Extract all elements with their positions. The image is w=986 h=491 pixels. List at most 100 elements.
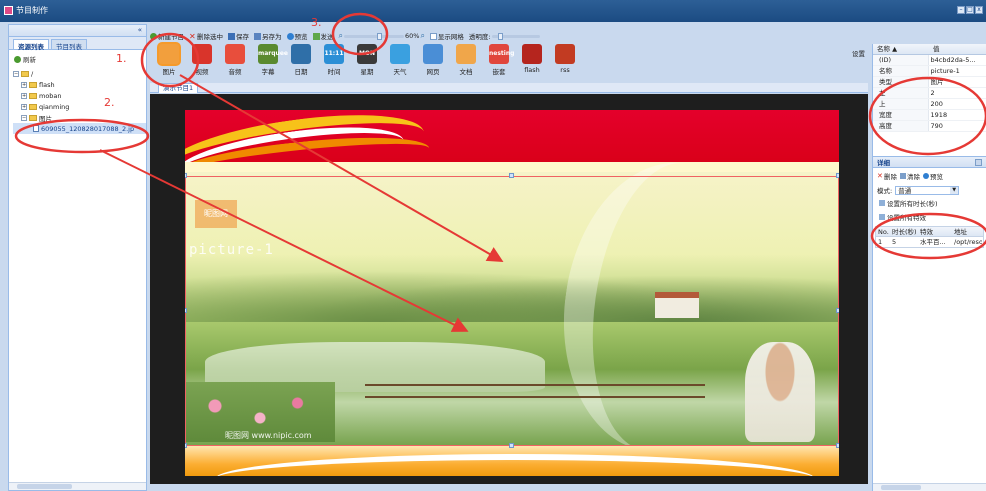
zoom-out-icon[interactable]: ⌕ <box>339 31 343 41</box>
opacity-slider[interactable] <box>491 32 540 40</box>
property-row[interactable]: 高度 790 <box>873 121 986 132</box>
settings-label[interactable]: 设置 <box>852 48 865 58</box>
resize-handle[interactable] <box>836 308 839 313</box>
property-value[interactable]: 790 <box>929 121 986 131</box>
tree-root-label: / <box>31 69 34 78</box>
collapse-left-button[interactable]: « <box>138 26 142 34</box>
component-clock-button[interactable]: 11:11 时间 <box>319 44 349 76</box>
resize-handle[interactable] <box>509 443 514 448</box>
prop-col-name[interactable]: 名称 ▲ <box>873 44 929 54</box>
webpage-icon <box>423 44 443 64</box>
component-label: 字幕 <box>261 68 275 76</box>
component-weather-button[interactable]: 天气 <box>385 44 415 76</box>
col-effect[interactable]: 特效 <box>918 227 952 236</box>
property-row[interactable]: 类型 图片 <box>873 77 986 88</box>
scroll-thumb[interactable] <box>17 484 72 489</box>
save-as-button[interactable]: 另存为 <box>254 31 282 41</box>
tab-resource-list[interactable]: 资源列表 <box>13 39 49 51</box>
delete-selected-button[interactable]: ✕ 删除选中 <box>189 31 223 41</box>
send-button[interactable]: 发送 <box>312 31 334 41</box>
resize-handle[interactable] <box>185 308 187 313</box>
component-image-button[interactable]: 图片 <box>154 44 184 76</box>
component-weekday-button[interactable]: MON 星期 <box>352 44 382 76</box>
component-rss-button[interactable]: rss <box>550 44 580 74</box>
component-video-button[interactable]: 视频 <box>187 44 217 76</box>
save-button[interactable]: 保存 <box>228 31 249 41</box>
style-select[interactable]: 普通 ▼ <box>895 185 960 195</box>
detail-delete-button[interactable]: ✕ 删除 <box>877 171 897 182</box>
property-value[interactable]: picture-1 <box>929 66 986 76</box>
tab-program-list[interactable]: 节目列表 <box>51 39 87 51</box>
right-horizontal-scrollbar[interactable] <box>873 483 986 491</box>
zoom-slider[interactable] <box>343 32 404 40</box>
collapse-icon[interactable]: − <box>21 114 27 121</box>
left-panel-header: « <box>9 25 146 37</box>
detail-clear-button[interactable]: 清除 <box>900 171 920 181</box>
save-icon <box>228 32 235 40</box>
property-value[interactable]: 图片 <box>929 77 986 87</box>
property-value[interactable]: b4cbd2da-5... <box>929 55 986 65</box>
tree-folder-moban[interactable]: + moban <box>13 90 146 101</box>
show-grid-toggle[interactable]: 显示网格 <box>429 31 464 41</box>
expand-icon[interactable]: + <box>21 103 27 110</box>
tree-folder-images[interactable]: − 图片 <box>13 112 146 123</box>
resize-handle[interactable] <box>836 443 839 448</box>
tree-folder-qianming[interactable]: + qianming <box>13 101 146 112</box>
resize-handle[interactable] <box>185 443 187 448</box>
property-row[interactable]: 左2 <box>873 88 986 99</box>
cell-effect: 水平百... <box>920 238 946 246</box>
expand-icon[interactable]: + <box>21 81 27 88</box>
property-key: 左 <box>873 88 929 98</box>
component-document-button[interactable]: 文档 <box>451 44 481 76</box>
detail-preview-button[interactable]: 预览 <box>923 171 943 181</box>
col-duration[interactable]: 时长(秒) <box>890 227 918 236</box>
component-nested-button[interactable]: nesting 嵌套 <box>484 44 514 76</box>
property-value[interactable]: 200 <box>929 99 986 109</box>
property-row[interactable]: 宽度 1918 <box>873 110 986 121</box>
tree-folder-label: moban <box>39 91 62 100</box>
property-row[interactable]: 名称 picture-1 <box>873 66 986 77</box>
col-no[interactable]: No. <box>876 227 890 236</box>
banner-stripe <box>185 162 839 172</box>
maximize-button[interactable]: □ <box>966 6 974 14</box>
expand-icon[interactable]: + <box>21 92 27 99</box>
tree-folder-flash[interactable]: + flash <box>13 79 146 90</box>
col-path[interactable]: 地址 <box>952 227 982 236</box>
selection-box[interactable] <box>185 176 839 446</box>
table-row[interactable]: 1 5 水平百... /opt/resou <box>876 237 983 247</box>
tree-root[interactable]: − / <box>13 68 146 79</box>
resize-handle[interactable] <box>836 173 839 178</box>
detail-collapse-button[interactable] <box>975 158 982 166</box>
opacity-slider-knob[interactable] <box>497 32 503 40</box>
zoom-slider-knob[interactable] <box>376 32 382 40</box>
collapse-icon[interactable]: − <box>13 70 19 77</box>
refresh-button[interactable]: 刷新 <box>9 50 146 68</box>
component-webpage-button[interactable]: 网页 <box>418 44 448 76</box>
chevron-down-icon[interactable]: ▼ <box>950 186 959 194</box>
scroll-thumb[interactable] <box>881 485 921 490</box>
design-stage[interactable]: 昵图网 picture-1 昵图网 www.nipic.com <box>150 94 868 484</box>
set-effect-button[interactable]: 设置所有特效 <box>873 210 986 224</box>
component-music-button[interactable]: 音频 <box>220 44 250 76</box>
zoom-in-icon[interactable]: ⌕ <box>420 31 424 41</box>
property-row[interactable]: (ID) b4cbd2da-5... <box>873 55 986 66</box>
new-program-button[interactable]: 新建节目 <box>150 31 184 41</box>
component-calendar-button[interactable]: 日期 <box>286 44 316 76</box>
left-horizontal-scrollbar[interactable] <box>9 482 146 490</box>
tree-file-selected[interactable]: 609055_120828017088_2.jp <box>13 123 146 134</box>
property-row[interactable]: 上 200 <box>873 99 986 110</box>
property-value[interactable]: 1918 <box>929 110 986 120</box>
component-subtitle-button[interactable]: marquee 字幕 <box>253 44 288 76</box>
resize-handle[interactable] <box>509 173 514 178</box>
tab-demo-program[interactable]: 演示节目1 <box>158 83 199 93</box>
prop-col-value[interactable]: 值 <box>929 44 940 54</box>
show-grid-checkbox[interactable] <box>429 32 437 40</box>
resize-handle[interactable] <box>185 173 187 178</box>
preview-button[interactable]: 预览 <box>286 31 308 41</box>
program-canvas[interactable]: 昵图网 picture-1 昵图网 www.nipic.com <box>185 110 839 476</box>
minimize-button[interactable]: – <box>957 6 965 14</box>
property-value[interactable]: 2 <box>929 88 986 98</box>
component-flash-button[interactable]: flash <box>517 44 547 74</box>
set-duration-button[interactable]: 设置所有时长(秒) <box>873 196 986 210</box>
close-button[interactable]: x <box>975 6 983 14</box>
